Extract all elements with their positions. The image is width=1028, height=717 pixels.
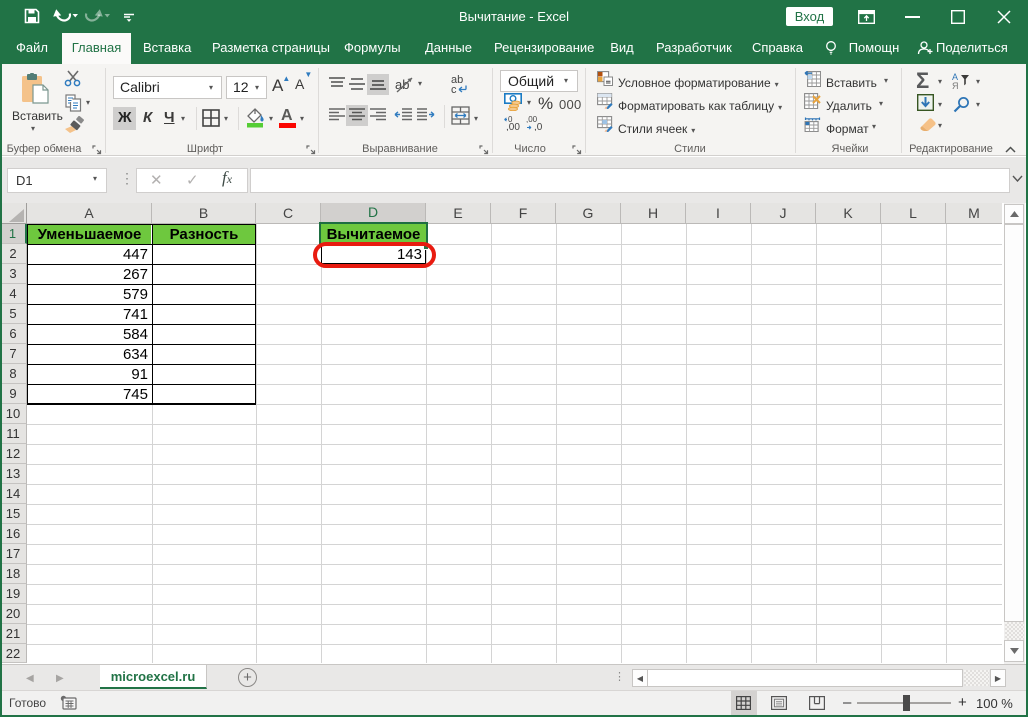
svg-text:0: 0 [508,116,513,124]
svg-text:,0: ,0 [534,122,543,131]
svg-text:ab: ab [395,77,409,92]
svg-text:c: c [451,84,457,95]
svg-text:Я: Я [952,81,959,90]
